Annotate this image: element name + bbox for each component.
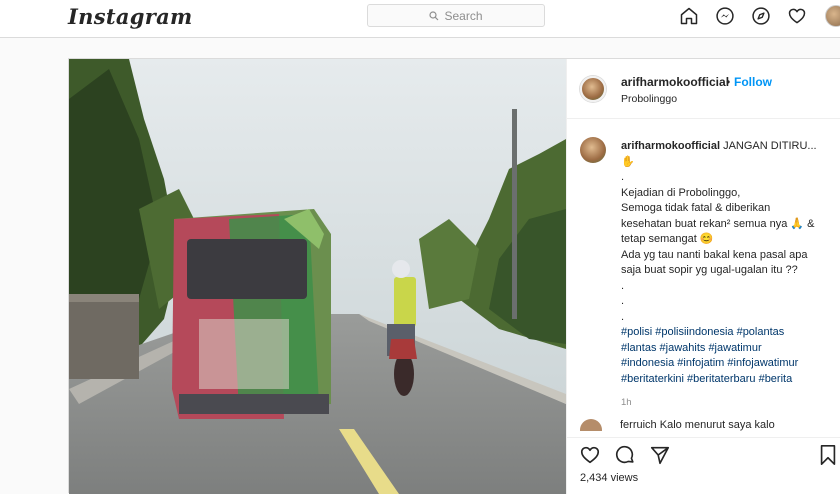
caption-first-line: JANGAN DITIRU... xyxy=(723,140,817,152)
caption-line: Kejadian di Probolinggo, xyxy=(621,186,741,199)
video-frame xyxy=(69,59,566,494)
caption-line: ✋ xyxy=(621,155,635,168)
caption-username[interactable]: arifharmokoofficial xyxy=(621,140,720,152)
like-icon[interactable] xyxy=(579,444,601,466)
caption-line: kesehatan buat rekan² semua nya 🙏 & xyxy=(621,217,815,230)
post-timestamp[interactable]: 1h xyxy=(621,395,835,411)
bookmark-icon[interactable] xyxy=(818,444,838,466)
next-comment-text: ferruich Kalo menurut saya kalo xyxy=(620,419,775,431)
hashtag-line[interactable]: #polisi #polisiindonesia #polantas xyxy=(621,325,835,341)
home-icon[interactable] xyxy=(678,5,700,27)
comment-icon[interactable] xyxy=(614,444,636,466)
instagram-logo[interactable]: Instagram xyxy=(68,4,193,29)
post-container: arifharmokoofficial • Follow Probolinggo… xyxy=(68,58,840,494)
follow-button[interactable]: Follow xyxy=(734,75,772,89)
post-video[interactable] xyxy=(69,59,566,494)
caption-line: saja buat sopir yg ugal-ugalan itu ?? xyxy=(621,264,798,276)
author-username[interactable]: arifharmokoofficial xyxy=(621,75,729,89)
post-header: arifharmokoofficial • Follow Probolinggo xyxy=(567,59,840,119)
post-actions: 2,434 views xyxy=(567,437,840,494)
top-navbar: Instagram Search xyxy=(0,0,840,38)
commenter-avatar[interactable] xyxy=(580,419,602,431)
profile-avatar[interactable] xyxy=(825,5,840,27)
caption-line: tetap semangat 😊 xyxy=(621,233,714,245)
caption-section: arifharmokoofficial JANGAN DITIRU... ✋ .… xyxy=(567,119,840,437)
caption-text: arifharmokoofficial JANGAN DITIRU... ✋ .… xyxy=(621,139,835,411)
post-location[interactable]: Probolinggo xyxy=(621,93,677,105)
caption-line: . xyxy=(621,295,625,307)
search-placeholder: Search xyxy=(444,8,483,23)
next-comment: ferruich Kalo menurut saya kalo xyxy=(580,419,840,431)
messenger-icon[interactable] xyxy=(714,5,736,27)
hashtag-line[interactable]: #lantas #jawahits #jawatimur xyxy=(621,341,835,357)
caption-line: . xyxy=(621,279,625,292)
hashtag-line[interactable]: #beritaterkini #beritaterbaru #berita xyxy=(621,372,835,388)
heart-icon[interactable] xyxy=(786,5,808,27)
separator-dot: • xyxy=(726,75,731,89)
share-icon[interactable] xyxy=(649,444,671,466)
caption-avatar[interactable] xyxy=(580,137,606,163)
caption-line: Semoga tidak fatal & diberikan xyxy=(621,202,771,214)
caption-line: Ada yg tau nanti bakal kena pasal apa xyxy=(621,248,808,261)
author-avatar[interactable] xyxy=(580,76,606,102)
search-input[interactable]: Search xyxy=(367,4,545,27)
post-sidebar: arifharmokoofficial • Follow Probolinggo… xyxy=(566,59,840,494)
view-count[interactable]: 2,434 views xyxy=(580,472,638,484)
hashtag-line[interactable]: #indonesia #infojatim #infojawatimur xyxy=(621,356,835,372)
search-icon xyxy=(429,10,439,20)
caption-line: . xyxy=(621,171,625,183)
explore-icon[interactable] xyxy=(750,5,772,27)
caption-line: . xyxy=(621,310,625,323)
